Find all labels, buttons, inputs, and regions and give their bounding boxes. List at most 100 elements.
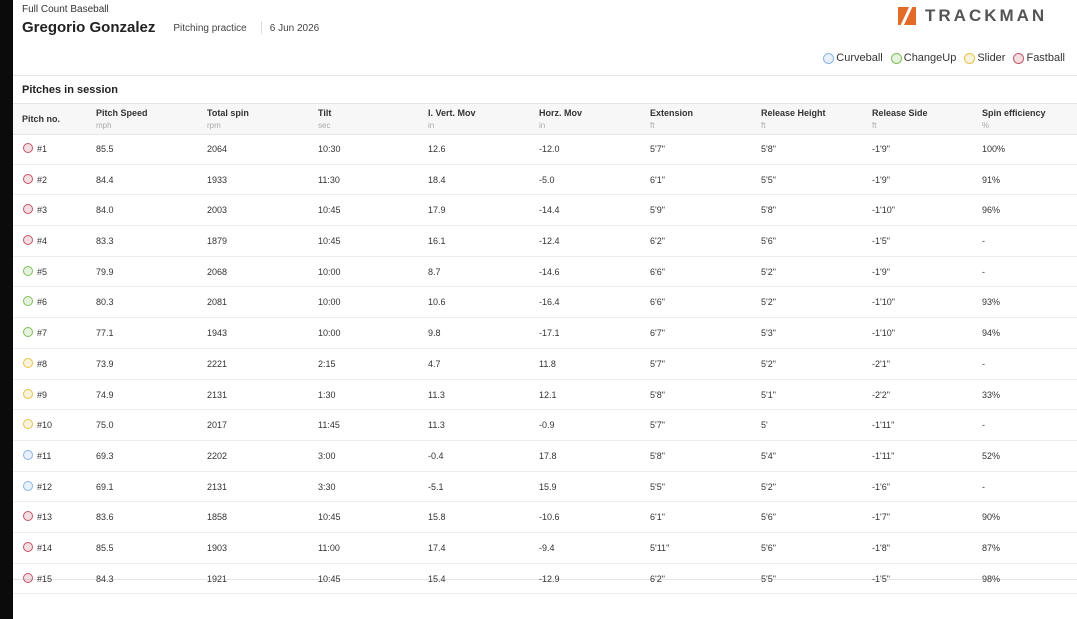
table-row[interactable]: #9 74.9 2131 1:30 11.3 12.1 5'8" 5'1" -2'2" 33%	[13, 380, 1077, 411]
table-cell: 5'6"	[761, 512, 776, 523]
table-cell: #13	[37, 512, 53, 523]
legend-label: ChangeUp	[903, 52, 957, 64]
table-cell: #7	[37, 328, 48, 339]
table-row[interactable]: #6 80.3 2081 10:00 10.6 -16.4 6'6" 5'2" -1'10" 93…	[13, 287, 1077, 319]
table-cell: -1'10"	[872, 328, 895, 339]
table-cell: 11.3	[428, 389, 445, 400]
column-header[interactable]: I. Vert. Mov in	[428, 108, 476, 130]
legend-dot-icon	[890, 52, 902, 64]
table-cell: 4.7	[428, 358, 441, 369]
table-cell: 10.6	[428, 297, 446, 308]
column-header[interactable]: Pitch Speed mph	[96, 108, 148, 130]
table-cell: #5	[37, 266, 48, 277]
table-cell: #4	[37, 236, 48, 247]
table-cell: 16.1	[428, 236, 446, 247]
table-cell: 1933	[207, 174, 228, 185]
table-row[interactable]: #10 75.0 2017 11:45 11.3 -0.9 5'7" 5' -1'11" -	[13, 410, 1077, 441]
table-cell: -1'9"	[872, 174, 890, 185]
table-cell: 2068	[207, 266, 228, 277]
table-header: Pitch no. Pitch Speed mph Total spin rpm Tilt…	[13, 103, 1077, 135]
table-cell: 5'2"	[761, 297, 776, 308]
table-row[interactable]: #3 84.0 2003 10:45 17.9 -14.4 5'9" 5'8" -1'10" 96…	[13, 195, 1077, 227]
pitch-type-dot-icon	[23, 173, 33, 184]
table-cell: -1'9"	[872, 144, 890, 154]
table-cell: 5'3"	[761, 328, 776, 339]
table-cell: 6'2"	[650, 236, 665, 247]
table-row[interactable]: #15 84.3 1921 10:45 15.4 -12.9 6'2" 5'5" -1'5" 98…	[13, 564, 1077, 595]
table-row[interactable]: #4 83.3 1879 10:45 16.1 -12.4 6'2" 5'6" -1'5" -	[13, 226, 1077, 257]
table-cell: 5'6"	[761, 542, 776, 553]
table-cell: -	[982, 420, 985, 431]
pitch-type-dot-icon	[23, 511, 33, 522]
table-row[interactable]: #2 84.4 1933 11:30 18.4 -5.0 6'1" 5'5" -1'9" 91%	[13, 165, 1077, 196]
table-row[interactable]: #13 83.6 1858 10:45 15.8 -10.6 6'1" 5'6" -1'7" 90…	[13, 502, 1077, 533]
legend-dot-icon	[1013, 52, 1025, 64]
column-header-unit: ft	[872, 121, 877, 130]
legend-dot-icon	[823, 52, 835, 64]
table-cell: 85.5	[96, 542, 114, 553]
table-cell: -10.6	[539, 512, 560, 523]
table-cell: 11.3	[428, 420, 445, 431]
pitch-type-legend: Curveball ChangeUp Slider Fastball	[815, 52, 1065, 64]
table-cell: 5'9"	[650, 205, 665, 216]
table-cell: 5'1"	[761, 389, 776, 400]
table-cell: -1'10"	[872, 205, 895, 216]
session-type: Pitching practice	[173, 23, 247, 34]
table-cell: -2'2"	[872, 389, 890, 400]
table-cell: -	[982, 266, 985, 277]
table-cell: 6'6"	[650, 266, 665, 277]
column-header[interactable]: Total spin rpm	[207, 108, 249, 130]
column-header[interactable]: Spin efficiency%	[982, 108, 1046, 130]
table-cell: 2:15	[318, 358, 336, 369]
table-cell: 10:45	[318, 512, 341, 523]
title-row: Gregorio Gonzalez Pitching practice 6 Ju…	[22, 19, 319, 36]
table-cell: 17.9	[428, 205, 446, 216]
column-header[interactable]: Pitch no.	[22, 114, 60, 124]
table-cell: #12	[37, 481, 53, 492]
table-cell: 94%	[982, 328, 1001, 339]
pitch-type-dot-icon	[23, 327, 33, 338]
table-cell: 5'7"	[650, 420, 665, 431]
table-cell: 2221	[207, 358, 228, 369]
table-row[interactable]: #8 73.9 2221 2:15 4.7 11.8 5'7" 5'2" -2'1" -	[13, 349, 1077, 380]
table-row[interactable]: #12 69.1 2131 3:30 -5.1 15.9 5'5" 5'2" -1'6" -	[13, 472, 1077, 503]
table-cell: #15	[37, 573, 53, 584]
table-cell: 1858	[207, 512, 228, 523]
column-header-label: Release Side	[872, 108, 928, 118]
table-cell: 2131	[207, 481, 228, 492]
table-row[interactable]: #11 69.3 2202 3:00 -0.4 17.8 5'8" 5'4" -1'11" 52%	[13, 441, 1077, 472]
table-row[interactable]: #5 79.9 2068 10:00 8.7 -14.6 6'6" 5'2" -1'9" -	[13, 257, 1077, 288]
table-cell: 80.3	[96, 297, 114, 308]
table-cell: 10:30	[318, 144, 341, 154]
column-header[interactable]: Tilt sec	[318, 108, 331, 130]
column-header[interactable]: Horz. Mov in	[539, 108, 582, 130]
table-cell: 6'7"	[650, 328, 665, 339]
legend-item-fastball: Fastball	[1013, 52, 1065, 64]
table-cell: #8	[37, 358, 48, 369]
table-cell: -1'11"	[872, 450, 895, 461]
pitch-type-dot-icon	[23, 357, 33, 368]
table-cell: 5'5"	[761, 174, 776, 185]
header: Full Count Baseball Gregorio Gonzalez Pi…	[22, 4, 319, 36]
table-row[interactable]: #14 85.5 1903 11:00 17.4 -9.4 5'11" 5'6" -1'8" 87…	[13, 533, 1077, 564]
column-header[interactable]: Extension ft	[650, 108, 693, 130]
table-row[interactable]: #1 85.5 2064 10:30 12.6 -12.0 5'7" 5'8" -1'9" 100…	[13, 134, 1077, 165]
table-cell: 2081	[207, 297, 228, 308]
column-header-unit: ft	[650, 121, 655, 130]
table-cell: 15.4	[428, 573, 446, 584]
column-header[interactable]: Release Height ft	[761, 108, 826, 130]
table-cell: -16.4	[539, 297, 560, 308]
pitch-type-dot-icon	[23, 541, 33, 552]
column-header[interactable]: Release Side ft	[872, 108, 928, 130]
table-cell: 1921	[207, 573, 228, 584]
table-cell: 11:45	[318, 420, 340, 431]
table-cell: 79.9	[96, 266, 114, 277]
table-cell: 11.8	[539, 358, 556, 369]
legend-label: Slider	[977, 52, 1006, 64]
table-cell: #10	[37, 420, 53, 431]
pitch-type-dot-icon	[23, 388, 33, 399]
table-cell: 5'7"	[650, 358, 665, 369]
table-row[interactable]: #7 77.1 1943 10:00 9.8 -17.1 6'7" 5'3" -1'10" 94%	[13, 318, 1077, 349]
table-cell: 12.1	[539, 389, 557, 400]
table-cell: 6'1"	[650, 512, 665, 523]
